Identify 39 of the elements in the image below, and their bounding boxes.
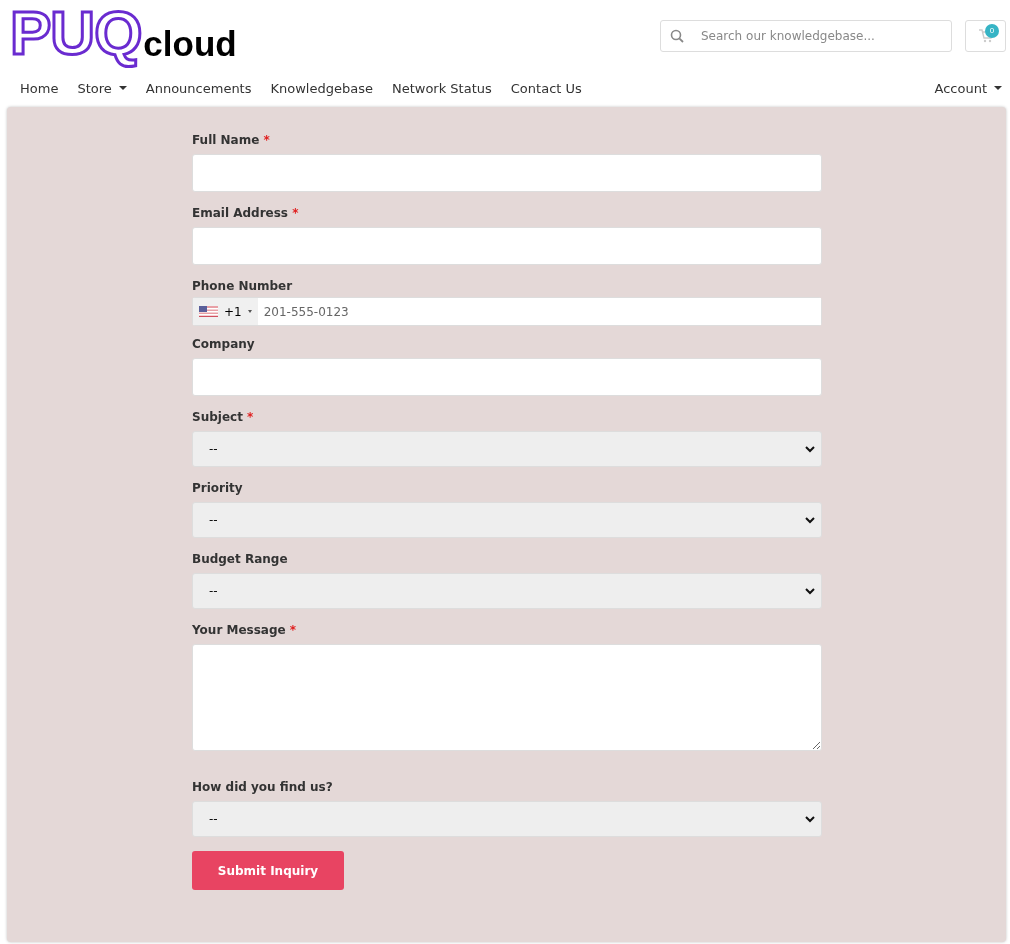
select-field[interactable]: -- — [192, 431, 822, 467]
input-field[interactable] — [192, 227, 822, 265]
caret-icon — [994, 85, 1002, 90]
search-icon — [670, 29, 684, 43]
field-label: Phone Number — [192, 279, 294, 293]
select-field[interactable]: -- — [192, 573, 822, 609]
nav-link[interactable]: Store — [77, 81, 127, 96]
caret-icon — [247, 310, 252, 313]
nav-link[interactable]: Knowledgebase — [270, 81, 373, 96]
message-field[interactable] — [192, 644, 822, 751]
flag-icon — [199, 306, 218, 317]
input-field[interactable] — [192, 154, 822, 192]
nav-link[interactable]: Announcements — [145, 81, 252, 96]
phone-field[interactable]: +1 201-555-0123 — [192, 297, 822, 326]
field-label: Email Address * — [192, 206, 300, 220]
caret-icon — [118, 85, 127, 90]
logo-text[interactable]: cloud — [143, 24, 237, 64]
nav-link[interactable]: Contact Us — [510, 81, 582, 96]
field-label: Company — [192, 337, 256, 351]
search-field[interactable]: Search our knowledgebase... — [660, 20, 952, 52]
select-field[interactable]: -- — [192, 502, 822, 538]
input-field[interactable] — [192, 358, 822, 396]
field-label: Priority — [192, 481, 244, 495]
select-field[interactable]: -- — [192, 801, 822, 837]
nav-link[interactable]: Home — [20, 81, 59, 96]
field-label: How did you find us? — [192, 780, 334, 794]
field-label: Full Name * — [192, 133, 271, 147]
field-label: Budget Range — [192, 552, 289, 566]
field-label: Subject * — [192, 410, 255, 424]
nav-link[interactable]: Network Status — [391, 81, 492, 96]
account-menu[interactable]: Account — [934, 81, 1002, 96]
chevron-icon — [805, 445, 815, 453]
field-label: Your Message * — [192, 623, 298, 637]
cart-count-badge: 0 — [985, 24, 999, 38]
chevron-icon — [805, 815, 815, 823]
chevron-icon — [805, 587, 815, 595]
chevron-icon — [805, 516, 815, 524]
submit-button[interactable]: Submit Inquiry — [192, 851, 344, 890]
country-code[interactable]: +1 — [224, 304, 242, 319]
